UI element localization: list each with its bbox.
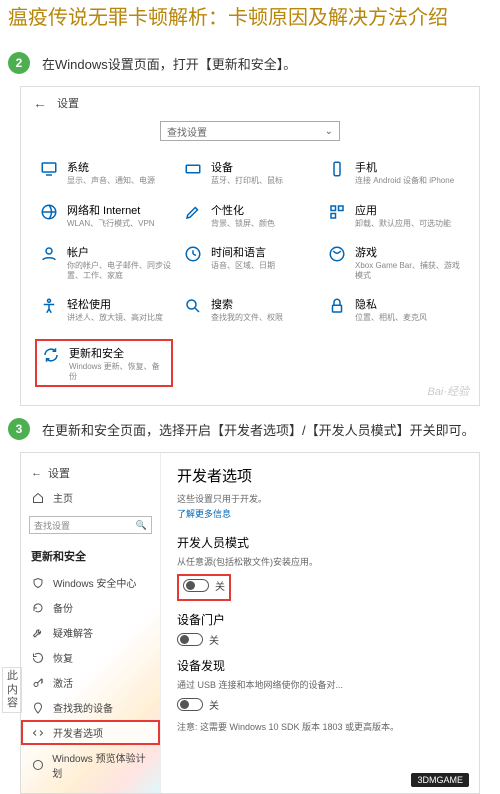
settings-item-phone[interactable]: 手机连接 Android 设备和 iPhone: [327, 159, 461, 186]
device-portal-label: 设备门户: [177, 611, 463, 628]
shield-icon: [31, 576, 45, 590]
person-icon: [39, 244, 59, 264]
step-badge-3: 3: [8, 418, 30, 440]
dev-mode-toggle-highlight: 关: [177, 574, 231, 601]
sidebar-item-developer[interactable]: 开发者选项: [21, 720, 160, 745]
code-icon: [31, 726, 45, 740]
key-icon: [31, 676, 45, 690]
page-title: 瘟疫传说无罪卡顿解析：卡顿原因及解决方法介绍: [0, 0, 500, 36]
keyboard-icon: [183, 159, 203, 179]
step-3-text: 在更新和安全页面，选择开启【开发者选项】/【开发人员模式】开关即可。: [42, 420, 475, 439]
sidebar-item-activation[interactable]: 激活: [21, 670, 160, 695]
settings-item-update[interactable]: 更新和安全Windows 更新、恢复、备份: [35, 339, 173, 387]
globe-icon: [39, 202, 59, 222]
settings-item-apps[interactable]: 应用卸载、默认应用、可选功能: [327, 202, 461, 229]
backup-icon: [31, 601, 45, 615]
side-note: 此内容: [2, 667, 22, 713]
content-sub: 这些设置只用于开发。: [177, 492, 463, 505]
xbox-icon: [327, 244, 347, 264]
clock-icon: [183, 244, 203, 264]
dev-mode-label: 开发人员模式: [177, 534, 463, 551]
device-portal-toggle[interactable]: [177, 633, 203, 646]
insider-icon: [31, 758, 44, 772]
dev-mode-desc: 从任意源(包括松散文件)安装应用。: [177, 555, 463, 568]
search-icon: 🔍: [136, 520, 147, 531]
settings-item-personalization[interactable]: 个性化背景、锁屏、颜色: [183, 202, 317, 229]
settings-item-network[interactable]: 网络和 InternetWLAN、飞行模式、VPN: [39, 202, 173, 229]
sidebar-search-input[interactable]: 查找设置 🔍: [29, 516, 152, 534]
location-icon: [31, 701, 45, 715]
sync-icon: [41, 345, 61, 365]
search-placeholder: 查找设置: [167, 124, 207, 139]
settings-item-time[interactable]: 时间和语言语音、区域、日期: [183, 244, 317, 280]
device-discovery-desc: 通过 USB 连接和本地网络使你的设备对...: [177, 678, 463, 691]
apps-icon: [327, 202, 347, 222]
step-badge-2: 2: [8, 52, 30, 74]
settings-grid: 系统显示、声音、通知、电源 设备蓝牙、打印机、鼠标 手机连接 Android 设…: [33, 159, 467, 387]
watermark: Bai·经验: [427, 383, 469, 399]
sidebar-item-recovery[interactable]: 恢复: [21, 645, 160, 670]
settings-item-accounts[interactable]: 帐户你的帐户、电子邮件、同步设置、工作、家庭: [39, 244, 173, 280]
settings-item-system[interactable]: 系统显示、声音、通知、电源: [39, 159, 173, 186]
search-icon: [183, 296, 203, 316]
back-icon[interactable]: ←: [33, 95, 47, 111]
search-icon: ⌄: [325, 126, 333, 137]
sidebar-item-insider[interactable]: Windows 预览体验计划: [21, 745, 160, 785]
back-icon[interactable]: ←: [31, 467, 42, 479]
sidebar: ← 设置 主页 查找设置 🔍 更新和安全 Windows 安全中心 备份 疑难解…: [21, 453, 161, 793]
content-title: 开发者选项: [177, 465, 463, 486]
sidebar-item-troubleshoot[interactable]: 疑难解答: [21, 620, 160, 645]
wrench-icon: [31, 626, 45, 640]
step-2-text: 在Windows设置页面，打开【更新和安全】。: [42, 54, 296, 73]
brush-icon: [183, 202, 203, 222]
step-3-row: 3 在更新和安全页面，选择开启【开发者选项】/【开发人员模式】开关即可。: [0, 412, 500, 446]
settings-item-privacy[interactable]: 隐私位置、相机、麦克风: [327, 296, 461, 323]
lock-icon: [327, 296, 347, 316]
phone-icon: [327, 159, 347, 179]
learn-more-link[interactable]: 了解更多信息: [177, 507, 463, 520]
dev-mode-toggle[interactable]: [183, 579, 209, 592]
developer-settings-window: ← 设置 主页 查找设置 🔍 更新和安全 Windows 安全中心 备份 疑难解…: [20, 452, 480, 794]
windows-settings-window: ← 设置 查找设置 ⌄ 系统显示、声音、通知、电源 设备蓝牙、打印机、鼠标 手机…: [20, 86, 480, 406]
sidebar-home[interactable]: 主页: [21, 485, 160, 510]
sidebar-item-find-device[interactable]: 查找我的设备: [21, 695, 160, 720]
content-pane: 开发者选项 这些设置只用于开发。 了解更多信息 开发人员模式 从任意源(包括松散…: [161, 453, 479, 793]
display-icon: [39, 159, 59, 179]
brand-badge: 3DMGAME: [411, 773, 469, 787]
settings-item-search[interactable]: 搜索查找我的文件、权限: [183, 296, 317, 323]
sdk-note: 注意: 这需要 Windows 10 SDK 版本 1803 或更高版本。: [177, 720, 463, 733]
recovery-icon: [31, 651, 45, 665]
toggle-state-label: 关: [215, 578, 225, 593]
device-discovery-toggle[interactable]: [177, 698, 203, 711]
sidebar-section-title: 更新和安全: [21, 544, 160, 570]
window-title: 设置: [57, 95, 79, 111]
sidebar-item-backup[interactable]: 备份: [21, 595, 160, 620]
settings-item-devices[interactable]: 设备蓝牙、打印机、鼠标: [183, 159, 317, 186]
accessibility-icon: [39, 296, 59, 316]
window-header: ← 设置: [21, 461, 160, 485]
settings-search-input[interactable]: 查找设置 ⌄: [160, 121, 340, 141]
home-icon: [31, 491, 45, 505]
step-2-row: 2 在Windows设置页面，打开【更新和安全】。: [0, 46, 500, 80]
sidebar-item-security[interactable]: Windows 安全中心: [21, 570, 160, 595]
settings-item-gaming[interactable]: 游戏Xbox Game Bar、捕获、游戏模式: [327, 244, 461, 280]
settings-item-ease[interactable]: 轻松使用讲述人、放大镜、高对比度: [39, 296, 173, 323]
device-discovery-label: 设备发现: [177, 657, 463, 674]
